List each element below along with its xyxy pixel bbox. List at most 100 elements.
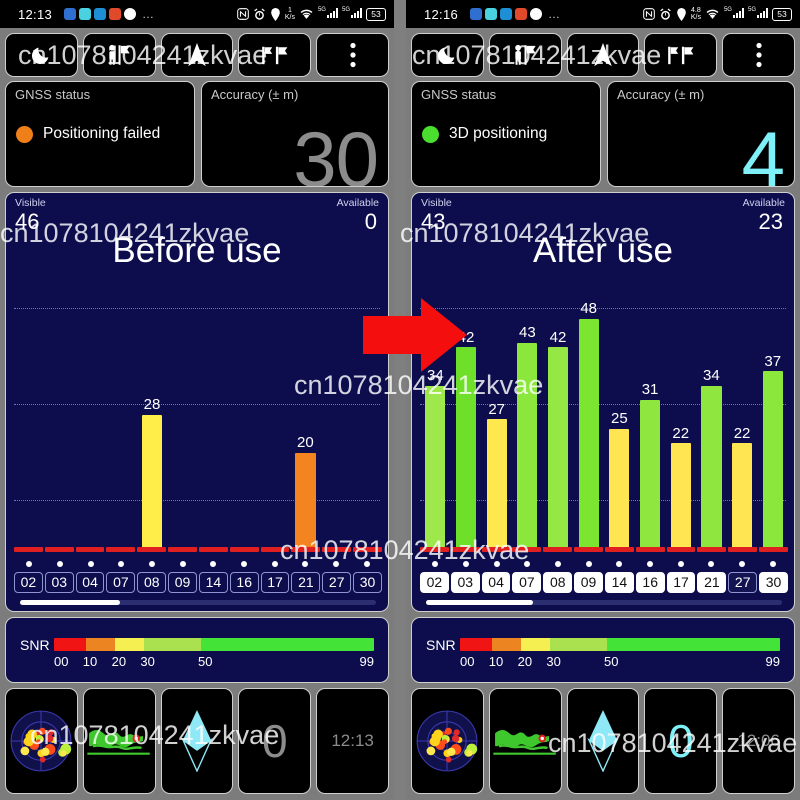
satellite-chip[interactable]: 27 [322, 572, 352, 593]
satellite-chip[interactable]: 17 [260, 572, 290, 593]
satellite-chip[interactable]: 27 [728, 572, 758, 593]
chart-scrollbar[interactable] [20, 600, 376, 605]
navigation-button[interactable] [566, 33, 640, 77]
satellite-chip[interactable]: 03 [450, 572, 480, 593]
compass-needle-icon [587, 710, 619, 772]
bar-plot: 34 42 27 43 42 48 25 31 22 34 22 37 [420, 285, 788, 549]
gnss-status-title: GNSS status [421, 87, 497, 102]
bar-value: 34 [703, 367, 720, 385]
app-notification-icon [485, 8, 498, 20]
clock-tile[interactable]: 12:06 [722, 688, 795, 794]
bar-slot [45, 285, 76, 549]
speed-tile[interactable]: 0 [644, 688, 718, 794]
satellite-chip[interactable]: 02 [420, 572, 449, 593]
night-mode-button[interactable] [411, 33, 484, 77]
compass-tile[interactable] [566, 688, 640, 794]
baseline-seg [44, 547, 74, 552]
snr-segment [549, 638, 608, 651]
baseline-seg [543, 547, 573, 552]
bar [295, 452, 316, 549]
wifi-icon [706, 9, 719, 19]
network-speed-value: 1 [287, 6, 292, 14]
satellite-chip[interactable]: 04 [481, 572, 511, 593]
satellite-chip[interactable]: 08 [137, 572, 167, 593]
bar [670, 443, 691, 549]
satellite-chip[interactable]: 14 [604, 572, 634, 593]
sat-dot-cell [137, 561, 168, 567]
satellite-chip[interactable]: 08 [543, 572, 573, 593]
pedestrian-button[interactable] [488, 33, 562, 77]
baseline-row [420, 547, 788, 552]
satellite-chip[interactable]: 07 [512, 572, 542, 593]
notification-icons: … [64, 7, 155, 21]
navigation-button[interactable] [160, 33, 234, 77]
bar-value: 31 [641, 381, 659, 399]
alarm-icon [254, 7, 265, 20]
chart-scrollbar-thumb[interactable] [426, 600, 533, 605]
bar [517, 342, 538, 549]
snr-tick: 99 [765, 654, 780, 669]
satellite-dot-row [14, 561, 382, 567]
world-map-icon [87, 730, 150, 755]
satellite-chip[interactable]: 30 [759, 572, 788, 593]
waypoints-button[interactable] [644, 33, 718, 77]
satellite-chip[interactable]: 16 [229, 572, 259, 593]
snr-tick: 00 [460, 654, 475, 669]
satellite-chip[interactable]: 16 [635, 572, 665, 593]
satellite-chip[interactable]: 03 [44, 572, 74, 593]
pedestrian-button[interactable] [82, 33, 156, 77]
satellite-chip[interactable]: 04 [75, 572, 105, 593]
snr-segment [143, 638, 202, 651]
navigation-arrow-icon [188, 43, 206, 67]
baseline-seg [75, 547, 105, 552]
baseline-seg [420, 547, 449, 552]
gnss-status-value: Positioning failed [43, 125, 161, 142]
clock-tile-value: 12:13 [331, 731, 374, 750]
world-map-tile[interactable] [488, 688, 562, 794]
nfc-icon [643, 8, 655, 20]
satellite-chip[interactable]: 17 [666, 572, 696, 593]
network-speed-unit: K/s [690, 14, 701, 21]
compass-tile[interactable] [160, 688, 234, 794]
snr-tick: 10 [488, 654, 504, 669]
sat-dot [585, 561, 592, 567]
baseline-seg [697, 547, 727, 552]
sky-plot-tile[interactable] [411, 688, 484, 794]
overflow-menu-button[interactable] [722, 33, 795, 77]
chart-scrollbar[interactable] [426, 600, 782, 605]
chart-scrollbar-thumb[interactable] [20, 600, 120, 605]
snr-label: SNR [20, 637, 50, 653]
waypoints-button[interactable] [238, 33, 312, 77]
sat-dot-cell [420, 561, 451, 567]
satellite-chip[interactable]: 09 [168, 572, 197, 593]
world-map-tile[interactable] [82, 688, 156, 794]
sat-dot [677, 561, 684, 567]
baseline-seg [353, 547, 382, 552]
snr-segment [201, 638, 374, 651]
night-mode-button[interactable] [5, 33, 78, 77]
satellite-chip[interactable]: 21 [291, 572, 321, 593]
status-clock: 12:13 [18, 6, 53, 22]
signal-5g-icon: 5G [342, 7, 362, 21]
panel-before: 12:13 … 1 K/s 5G 5G 53 GNSS status Posit… [0, 0, 394, 800]
satellite-chip[interactable]: 30 [353, 572, 382, 593]
sat-dot [432, 561, 439, 567]
snr-tick-row: 00 10 20 30 50 99 [54, 654, 374, 670]
satellite-chip[interactable]: 09 [574, 572, 603, 593]
speed-tile-value: 0 [261, 715, 288, 767]
satellite-chip[interactable]: 02 [14, 572, 43, 593]
baseline-seg [137, 547, 167, 552]
sat-dot [302, 561, 309, 567]
speed-tile[interactable]: 0 [238, 688, 312, 794]
bar-slot: 25 [604, 285, 635, 549]
clock-tile[interactable]: 12:13 [316, 688, 389, 794]
satellite-chip[interactable]: 07 [106, 572, 136, 593]
bar-slot: 42 [543, 285, 574, 549]
overflow-menu-button[interactable] [316, 33, 389, 77]
satellite-id-row: 02 03 04 07 08 09 14 16 17 21 27 30 [420, 572, 788, 593]
sky-plot-tile[interactable] [5, 688, 78, 794]
app-notification-icon [64, 8, 77, 20]
satellite-chip[interactable]: 14 [198, 572, 228, 593]
satellite-chip[interactable]: 21 [697, 572, 727, 593]
sat-dot-cell [321, 561, 352, 567]
